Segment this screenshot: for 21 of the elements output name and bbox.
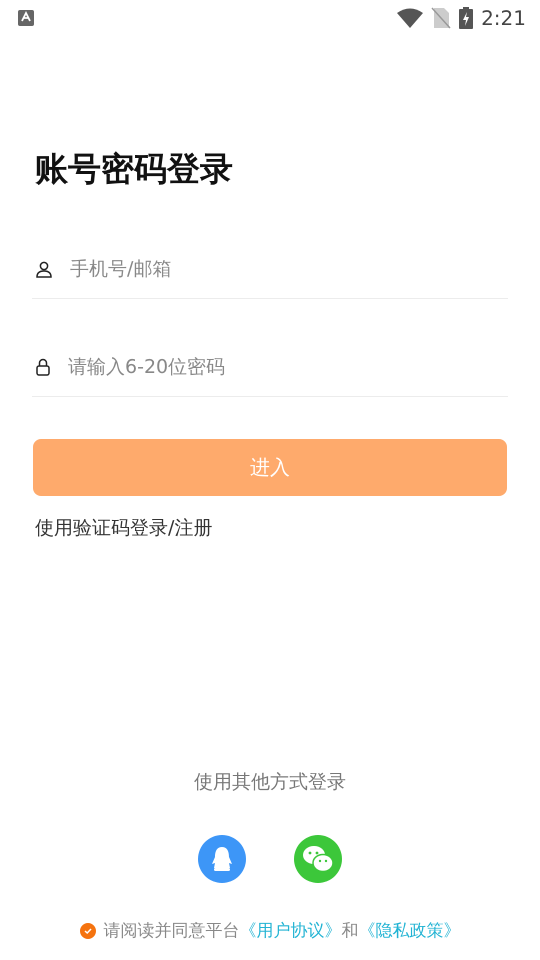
privacy-policy-link[interactable]: 《隐私政策》 xyxy=(358,920,460,940)
wechat-login-button[interactable] xyxy=(294,834,342,882)
chat-bubbles-icon xyxy=(302,844,334,872)
battery-charging-icon xyxy=(459,7,474,29)
code-login-link[interactable]: 使用验证码登录/注册 xyxy=(35,514,212,542)
user-icon xyxy=(36,260,52,278)
agreement-text: 请阅读并同意平台《用户协议》和《隐私政策》 xyxy=(104,920,460,942)
no-sim-icon xyxy=(431,7,452,29)
lock-icon xyxy=(36,358,50,376)
account-field[interactable]: 手机号/邮箱 xyxy=(68,254,508,284)
agreement-checkbox[interactable] xyxy=(80,923,96,940)
wifi-icon xyxy=(397,8,424,28)
other-login-label: 使用其他方式登录 xyxy=(193,770,347,795)
password-field[interactable]: 请输入6-20位密码 xyxy=(66,352,508,382)
keyboard-icon xyxy=(18,10,34,26)
clock-time: 2:21 xyxy=(481,5,526,32)
login-button[interactable]: 进入 xyxy=(33,438,507,496)
qq-login-button[interactable] xyxy=(198,834,246,882)
penguin-icon xyxy=(211,846,233,872)
user-agreement-link[interactable]: 《用户协议》 xyxy=(240,920,342,940)
page-title: 账号密码登录 xyxy=(35,148,234,190)
